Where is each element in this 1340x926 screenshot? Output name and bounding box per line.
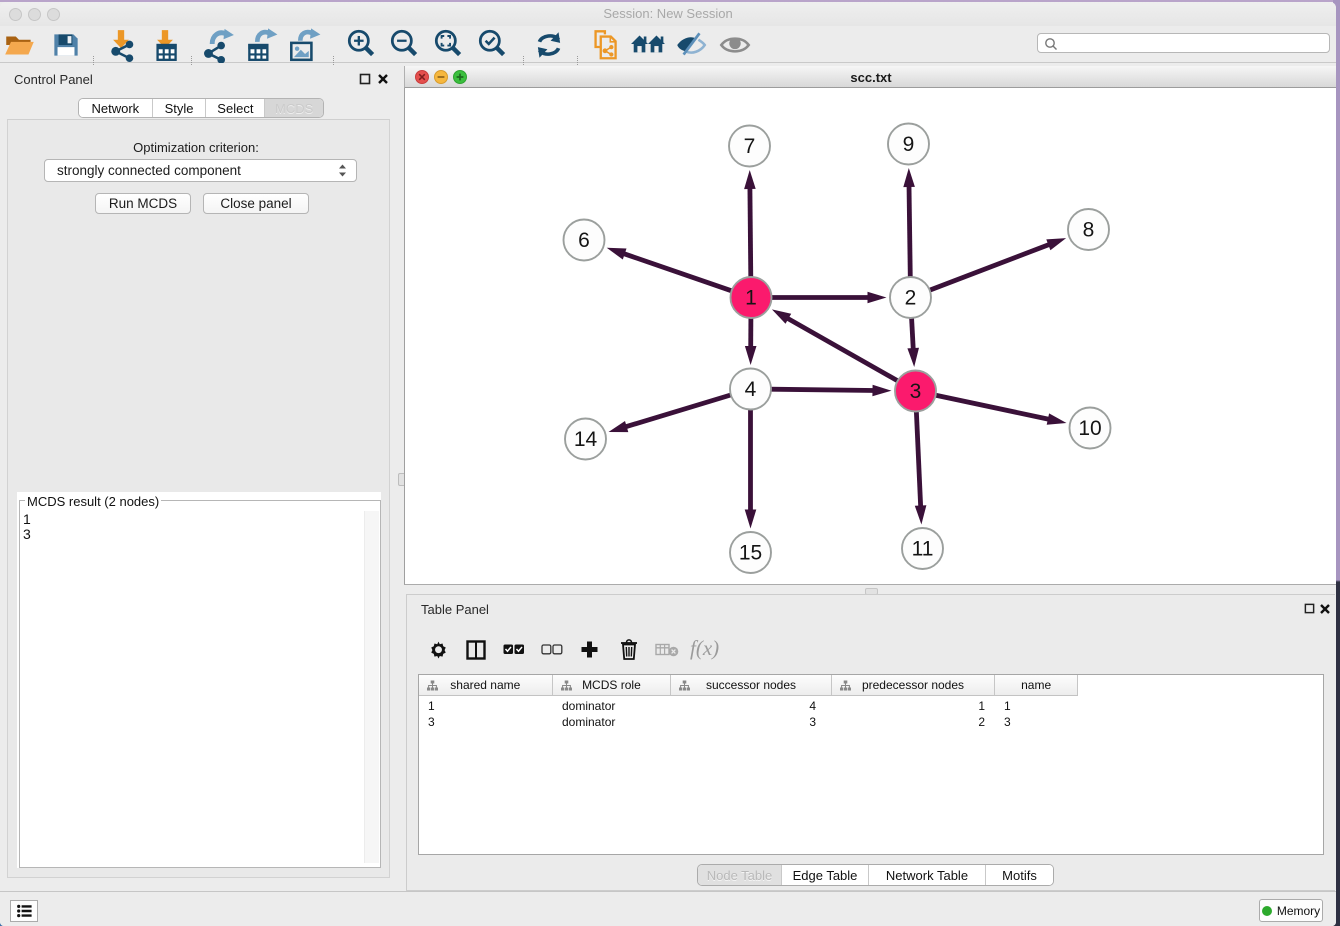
svg-text:9: 9 (903, 133, 915, 156)
svg-text:15: 15 (739, 542, 762, 565)
svg-text:14: 14 (574, 428, 598, 451)
svg-text:6: 6 (578, 229, 590, 252)
svg-text:10: 10 (1078, 417, 1101, 440)
svg-text:3: 3 (910, 380, 922, 403)
svg-text:7: 7 (744, 135, 756, 158)
svg-text:4: 4 (745, 378, 757, 401)
svg-text:8: 8 (1083, 219, 1095, 242)
svg-text:11: 11 (912, 538, 934, 561)
svg-text:1: 1 (745, 287, 757, 310)
svg-text:2: 2 (905, 287, 917, 310)
